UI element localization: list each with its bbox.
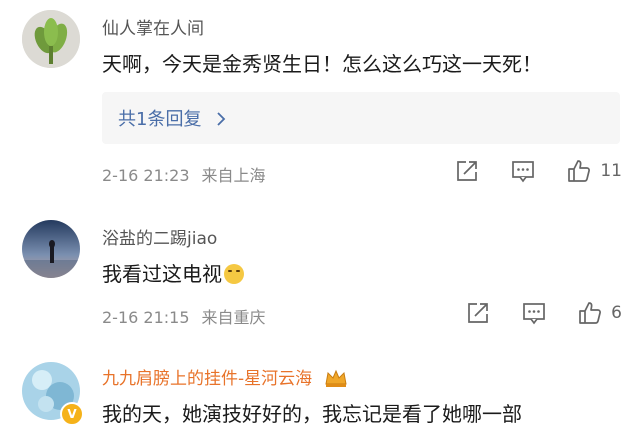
timestamp: 2-16 21:23 bbox=[102, 166, 190, 185]
like-icon[interactable] bbox=[577, 300, 603, 326]
timestamp: 2-16 21:15 bbox=[102, 308, 190, 327]
username[interactable]: 浴盐的二踢jiao bbox=[102, 224, 217, 249]
chevron-right-icon bbox=[217, 112, 226, 126]
like-count: 6 bbox=[611, 303, 622, 323]
comment-text: 我的天，她演技好好的，我忘记是看了她哪一部 bbox=[102, 402, 522, 426]
location: 来自重庆 bbox=[201, 308, 266, 327]
share-icon[interactable] bbox=[465, 300, 491, 326]
avatar[interactable] bbox=[22, 10, 80, 68]
comment-text: 我看过这电视 bbox=[102, 258, 244, 287]
comment-icon[interactable] bbox=[510, 158, 536, 184]
username[interactable]: 仙人掌在人间 bbox=[102, 14, 204, 39]
comment-text: 天啊，今天是金秀贤生日！怎么这么巧这一天死！ bbox=[102, 52, 542, 76]
crying-emoji-icon bbox=[224, 264, 244, 284]
comment-meta: 2-16 21:15 来自重庆 bbox=[102, 304, 266, 328]
comment-actions: 6 bbox=[435, 300, 622, 326]
like-icon[interactable] bbox=[566, 158, 592, 184]
verified-badge-icon: V bbox=[60, 402, 84, 426]
comment-meta: 2-16 21:23 来自上海 bbox=[102, 162, 266, 186]
share-icon[interactable] bbox=[454, 158, 480, 184]
avatar[interactable] bbox=[22, 220, 80, 278]
location: 来自上海 bbox=[201, 166, 266, 185]
like-count: 11 bbox=[600, 161, 622, 181]
comment-actions: 11 bbox=[424, 158, 622, 184]
view-replies-link[interactable]: 共1条回复 bbox=[118, 105, 227, 131]
reply-summary-box[interactable]: 共1条回复 bbox=[102, 92, 620, 144]
comment-icon[interactable] bbox=[521, 300, 547, 326]
username[interactable]: 九九肩膀上的挂件-星河云海 bbox=[102, 364, 348, 389]
crown-icon bbox=[324, 369, 347, 387]
